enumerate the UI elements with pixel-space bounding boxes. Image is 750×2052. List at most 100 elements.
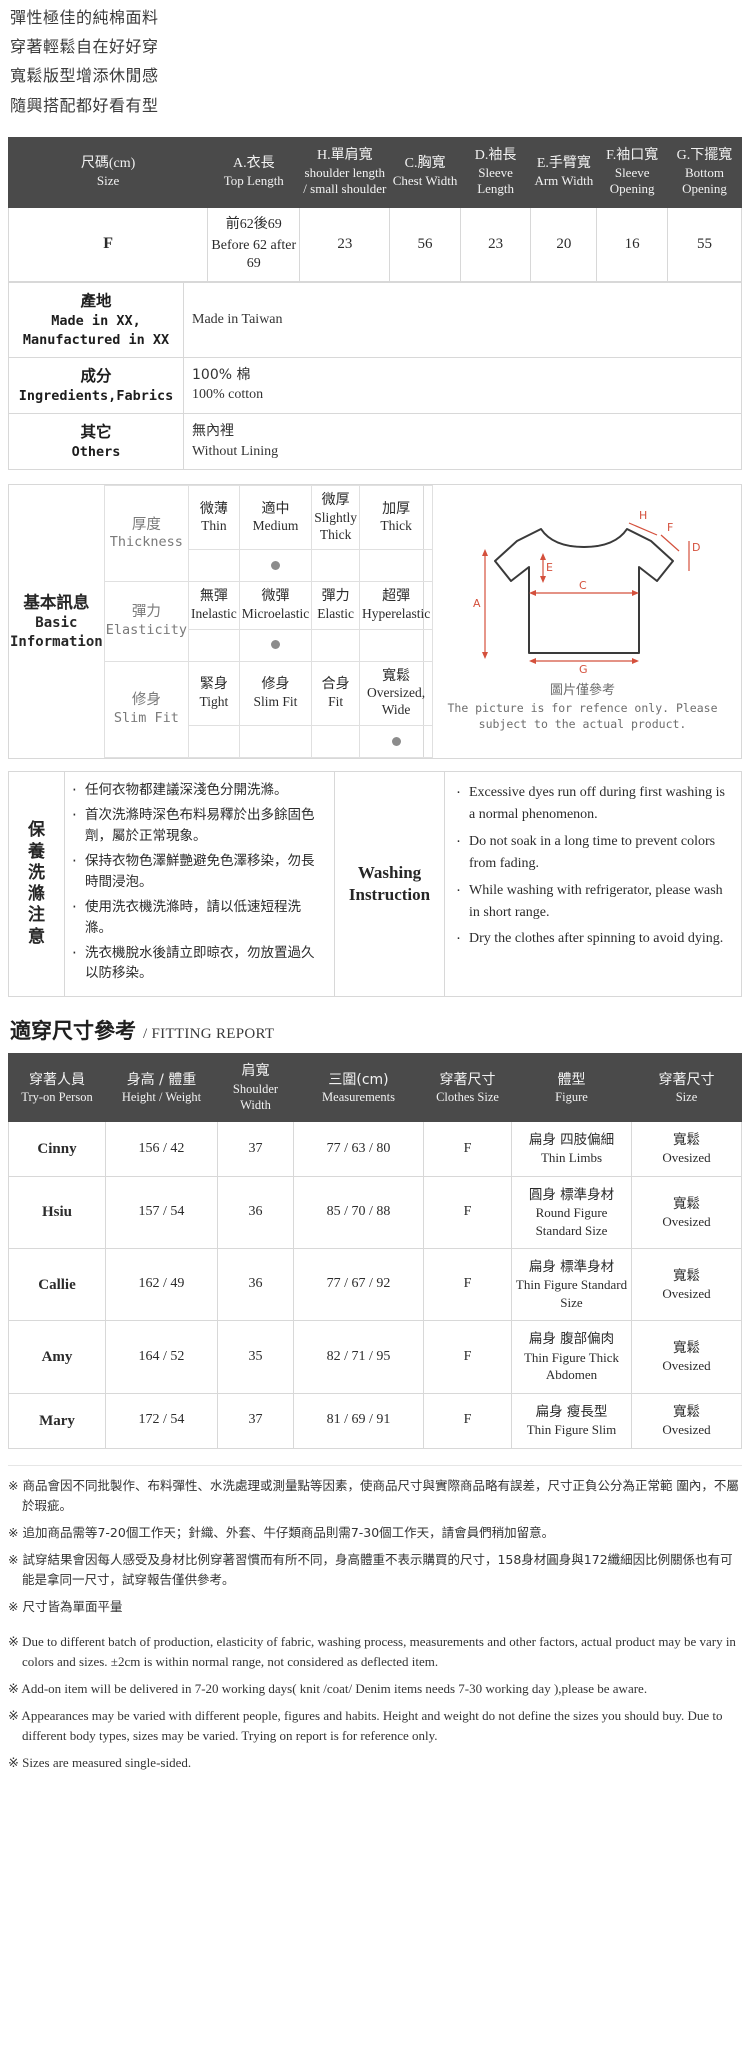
table-row: F 前62後69 Before 62 after 69 23 56 23 20 … (7, 206, 743, 283)
fit-shoulder: 35 (217, 1320, 294, 1394)
slimfit-option-tight: 緊身 Tight (188, 660, 240, 727)
note-en-4: ※ Sizes are measured single-sided. (8, 1755, 192, 1771)
table-row: Cinny 156 / 42 37 77 / 63 / 80 F 扁身 四肢偏細… (8, 1121, 742, 1177)
fit-height-weight: 164 / 52 (105, 1320, 218, 1394)
sleeve-length-value: 23 (459, 206, 532, 283)
fit-col-height-weight: 身高 / 體重 Height / Weight (105, 1053, 218, 1123)
slimfit-label: 修身 Slim Fit (103, 660, 190, 759)
slimfit-mark-fit (311, 725, 360, 759)
chest-value: 56 (389, 206, 461, 283)
svg-text:G: G (579, 663, 588, 675)
fit-figure: 扁身 腹部偏肉 Thin Figure Thick Abdomen (511, 1320, 632, 1394)
size-chart-col-size: 尺碼(cm) Size (7, 136, 209, 208)
thickness-mark-thin (188, 549, 240, 583)
fit-size: 寬鬆 Ovesized (631, 1248, 742, 1322)
fit-col-measurements: 三圍(cm) Measurements (293, 1053, 424, 1123)
selected-dot-icon (270, 640, 280, 650)
basic-information-grid: 基本訊息 Basic Information 厚度 Thickness 微薄 T… (9, 485, 434, 759)
fit-measurements: 81 / 69 / 91 (293, 1392, 424, 1449)
fit-shoulder: 36 (217, 1175, 294, 1250)
size-value: F (7, 206, 209, 283)
fit-height-weight: 156 / 42 (105, 1121, 218, 1177)
svg-text:F: F (667, 521, 673, 534)
table-row: Hsiu 157 / 54 36 85 / 70 / 88 F 圓身 標準身材 … (8, 1175, 742, 1250)
basic-information-section: 基本訊息 Basic Information 厚度 Thickness 微薄 T… (8, 484, 742, 760)
origin-value: Made in Taiwan (183, 282, 742, 358)
note-cn-2: ※ 追加商品需等7-20個工作天；針織、外套、牛仔類商品則需7-30個工作天，請… (8, 1524, 555, 1540)
elasticity-label: 彈力 Elasticity (103, 581, 190, 662)
fabric-value: 100% 棉 100% cotton (183, 356, 742, 415)
note-cn-4: ※ 尺寸皆為單面平量 (8, 1598, 123, 1614)
elasticity-option-inelastic: 無彈 Inelastic (188, 581, 240, 630)
fit-measurements: 77 / 67 / 92 (293, 1248, 424, 1322)
list-item: 保持衣物色澤鮮艷避免色澤移染，勿長時間浸泡。 (69, 850, 324, 893)
sleeve-opening-value: 16 (596, 206, 668, 283)
size-chart-col-bottom-opening: G.下擺寬 Bottom Opening (666, 136, 743, 208)
fit-col-size: 穿著尺寸 Size (631, 1053, 742, 1123)
selected-dot-icon (270, 560, 280, 570)
thickness-option-medium: 適中 Medium (238, 485, 313, 551)
size-chart-table: 尺碼(cm) Size A.衣長 Top Length H.單肩寬 should… (7, 136, 743, 283)
svg-text:H: H (639, 509, 647, 522)
list-item: 首次洗滌時深色布料易釋於出多餘固色劑，屬於正常現象。 (69, 804, 324, 847)
size-chart-col-shoulder: H.單肩寬 shoulder length / small shoulder (299, 136, 391, 208)
fit-shoulder: 36 (217, 1248, 294, 1322)
size-chart-col-top-length: A.衣長 Top Length (207, 136, 301, 208)
svg-text:D: D (692, 541, 700, 554)
fit-person: Mary (8, 1392, 106, 1449)
elasticity-option-elastic: 彈力 Elastic (311, 581, 360, 630)
fit-clothes-size: F (423, 1121, 512, 1177)
note-cn-1: ※ 商品會因不同批製作、布料彈性、水洗處理或測量點等因素，使商品尺寸與實際商品略… (8, 1477, 739, 1513)
info-row-origin: 產地 Made in XX, Manufactured in XX Made i… (8, 282, 742, 358)
bottom-opening-value: 55 (666, 206, 743, 283)
list-item: 任何衣物都建議深淺色分開洗滌。 (69, 779, 324, 802)
thickness-mark-thick (358, 549, 434, 583)
fit-col-clothes-size: 穿著尺寸 Clothes Size (423, 1053, 512, 1123)
fit-measurements: 82 / 71 / 95 (293, 1320, 424, 1394)
fit-clothes-size: F (423, 1248, 512, 1322)
notes-divider (8, 1624, 742, 1632)
fit-clothes-size: F (423, 1392, 512, 1449)
fit-measurements: 85 / 70 / 88 (293, 1175, 424, 1250)
others-value: 無內裡 Without Lining (183, 413, 742, 471)
list-item: While washing with refrigerator, please … (453, 879, 733, 925)
fit-figure: 扁身 四肢偏細 Thin Limbs (511, 1121, 632, 1177)
intro-line-3: 寬鬆版型增添休閒感 (10, 66, 159, 86)
shoulder-value: 23 (299, 206, 391, 283)
fit-height-weight: 162 / 49 (105, 1248, 218, 1322)
slimfit-mark-slim-fit (238, 725, 313, 759)
thickness-option-slightly-thick: 微厚 Slightly Thick (311, 485, 360, 551)
table-row: Callie 162 / 49 36 77 / 67 / 92 F 扁身 標準身… (8, 1248, 742, 1322)
product-size-spec-page: 彈性極佳的純棉面料 穿著輕鬆自在好好穿 寬鬆版型增添休閒感 隨興搭配都好看有型 … (0, 0, 750, 1794)
fit-shoulder: 37 (217, 1121, 294, 1177)
elasticity-option-hyperelastic: 超彈 Hyperelastic (358, 581, 434, 630)
top-length-en: Before 62 after 69 (211, 238, 297, 272)
intro-line-2: 穿著輕鬆自在好好穿 (10, 37, 159, 57)
info-row-others: 其它 Others 無內裡 Without Lining (8, 413, 742, 471)
note-cn-3: ※ 試穿結果會因每人感受及身材比例穿著習慣而有所不同，身高體重不表示購買的尺寸，… (8, 1551, 733, 1587)
fit-person: Cinny (8, 1121, 106, 1177)
fit-size: 寬鬆 Ovesized (631, 1121, 742, 1177)
list-item: Excessive dyes run off during first wash… (453, 781, 733, 827)
table-row: Mary 172 / 54 37 81 / 69 / 91 F 扁身 瘦長型 T… (8, 1392, 742, 1449)
fit-col-shoulder: 肩寬 Shoulder Width (217, 1053, 294, 1123)
fit-figure: 圓身 標準身材 Round Figure Standard Size (511, 1175, 632, 1250)
tshirt-diagram-icon: A C E G H F D (473, 509, 700, 676)
svg-text:E: E (546, 561, 553, 574)
product-info-table: 產地 Made in XX, Manufactured in XX Made i… (8, 282, 742, 471)
list-item: Dry the clothes after spinning to avoid … (453, 927, 733, 951)
fit-col-person: 穿著人員 Try-on Person (8, 1053, 106, 1123)
list-item: Do not soak in a long time to prevent co… (453, 830, 733, 876)
slimfit-mark-oversized (358, 725, 434, 759)
fit-col-figure: 體型 Figure (511, 1053, 632, 1123)
size-chart-col-sleeve-opening: F.袖口寬 Sleeve Opening (596, 136, 668, 208)
garment-measurement-diagram: A C E G H F D 圖片僅參考 The picture is for r… (424, 485, 741, 758)
fit-shoulder: 37 (217, 1392, 294, 1449)
fit-person: Amy (8, 1320, 106, 1394)
elasticity-mark-inelastic (188, 628, 240, 662)
washing-notes-chinese: 任何衣物都建議深淺色分開洗滌。 首次洗滌時深色布料易釋於出多餘固色劑，屬於正常現… (65, 772, 335, 997)
thickness-mark-slightly-thick (311, 549, 360, 583)
fit-height-weight: 172 / 54 (105, 1392, 218, 1449)
top-length-cn: 前62後69 (225, 216, 282, 232)
intro-line-1: 彈性極佳的純棉面料 (10, 8, 159, 27)
